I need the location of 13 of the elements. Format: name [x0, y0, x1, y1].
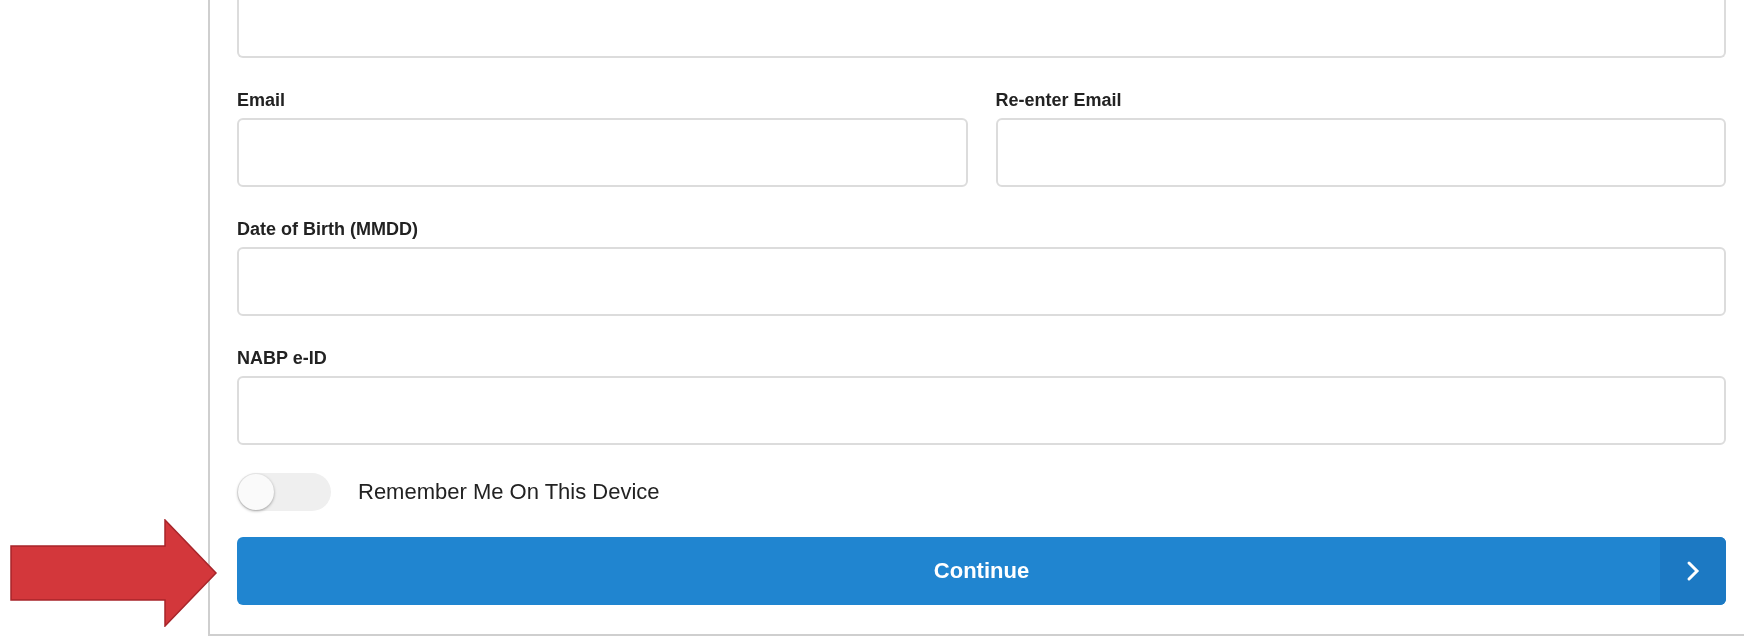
- field-label: Email: [237, 89, 287, 111]
- toggle-label: Remember Me On This Device: [358, 479, 660, 505]
- input-field[interactable]: [237, 118, 968, 187]
- input-field[interactable]: [995, 118, 1726, 187]
- input-field[interactable]: [237, 247, 1726, 316]
- continue-button[interactable]: Continue: [237, 537, 1726, 605]
- toggle-switch[interactable]: [237, 473, 331, 511]
- field-label: Date of Birth (MMDD): [237, 218, 419, 240]
- field-label: NABP e-ID: [237, 347, 328, 369]
- field-label: Re-enter Email: [995, 89, 1123, 111]
- chevron-right-icon: [1686, 560, 1700, 582]
- input-field[interactable]: [237, 376, 1726, 445]
- input-field[interactable]: [237, 0, 1726, 58]
